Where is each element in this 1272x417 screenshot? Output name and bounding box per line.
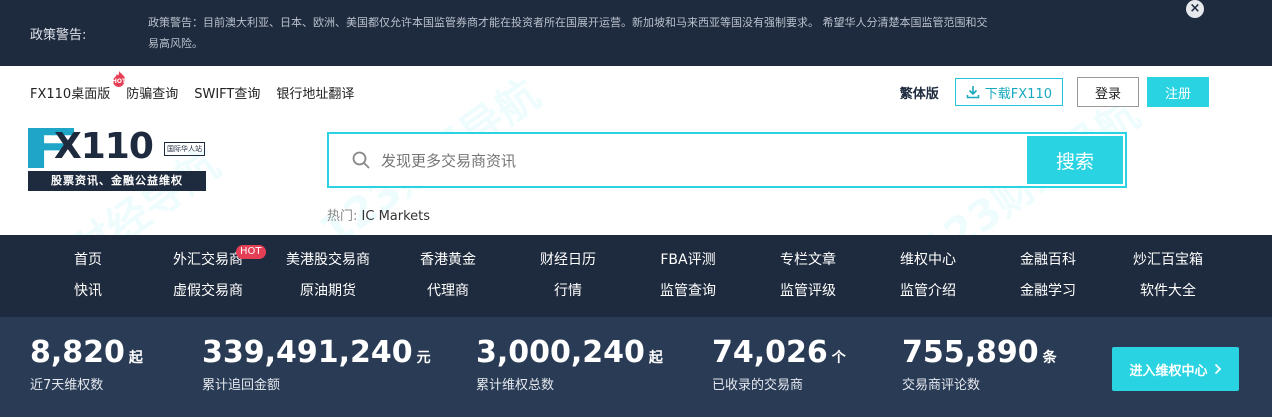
stats-bar: 8,820 起 近7天维权数 339,491,240 元 累计追回金额 3,000,… (0, 317, 1272, 417)
nav-agents[interactable]: 代理商 (388, 276, 508, 307)
nav-rights-center[interactable]: 维权中心 (868, 245, 988, 276)
nav-regulation-check[interactable]: 监管查询 (628, 276, 748, 307)
stat-number: 74,026 (712, 335, 828, 370)
stat-number: 3,000,240 (476, 335, 645, 370)
nav-forex-brokers[interactable]: 外汇交易商 HOT (148, 245, 268, 276)
logo-badge: 国际华人站 (164, 142, 205, 156)
nav-forex-brokers-label: 外汇交易商 (173, 252, 243, 268)
login-button[interactable]: 登录 (1077, 77, 1139, 107)
close-icon[interactable]: × (1186, 0, 1204, 18)
register-button[interactable]: 注册 (1147, 77, 1209, 107)
stat-total-cases: 3,000,240 起 累计维权总数 (476, 335, 663, 393)
top-nav: FX110桌面版 防骗查询 SWIFT查询 银行地址翻译 HOT 繁体版 下载F… (0, 66, 1272, 118)
stat-label: 累计追回金额 (202, 378, 281, 393)
nav-hk-gold[interactable]: 香港黄金 (388, 245, 508, 276)
nav-news-flash[interactable]: 快讯 (28, 276, 148, 307)
stat-recovered-amount: 339,491,240 元 累计追回金额 (202, 335, 431, 393)
hot-flame-icon: HOT (112, 71, 127, 87)
nav-regulation-intro[interactable]: 监管介绍 (868, 276, 988, 307)
nav-software[interactable]: 软件大全 (1108, 276, 1228, 307)
link-bank-translate[interactable]: 银行地址翻译 (276, 83, 354, 102)
nav-quotes[interactable]: 行情 (508, 276, 628, 307)
stat-unit: 起 (128, 350, 143, 366)
stat-number: 755,890 (902, 335, 1039, 370)
main-nav: 首页 外汇交易商 HOT 美港股交易商 香港黄金 财经日历 FBA评测 专栏文章 … (0, 235, 1272, 317)
stat-number: 339,491,240 (202, 335, 413, 370)
search-button[interactable]: 搜索 (1027, 136, 1123, 184)
nav-forex-toolbox[interactable]: 炒汇百宝箱 (1108, 245, 1228, 276)
nav-columns[interactable]: 专栏文章 (748, 245, 868, 276)
enter-rights-center-button[interactable]: 进入维权中心 (1112, 347, 1239, 391)
nav-fake-brokers[interactable]: 虚假交易商 (148, 276, 268, 307)
stat-unit: 条 (1042, 350, 1057, 366)
nav-crude-oil-futures[interactable]: 原油期货 (268, 276, 388, 307)
logo-slogan: 股票资讯、金融公益维权 (28, 171, 206, 191)
enter-rights-center-label: 进入维权中心 (1129, 363, 1208, 379)
traditional-chinese-link[interactable]: 繁体版 (900, 83, 939, 102)
top-links: FX110桌面版 防骗查询 SWIFT查询 银行地址翻译 HOT (30, 71, 354, 102)
svg-text:HOT: HOT (112, 78, 127, 85)
stat-label: 累计维权总数 (476, 378, 555, 393)
nav-economic-calendar[interactable]: 财经日历 (508, 245, 628, 276)
download-label: 下载FX110 (984, 86, 1052, 102)
stat-unit: 起 (648, 350, 663, 366)
stat-unit: 个 (831, 350, 846, 366)
hot-searches: 热门: IC Markets (327, 205, 430, 224)
policy-text: 政策警告：目前澳大利亚、日本、欧洲、美国都仅允许本国监管券商才能在投资者所在国展… (148, 16, 988, 50)
top-right-actions: 繁体版 下载FX110 登录 注册 (900, 77, 1209, 107)
nav-regulation-rating[interactable]: 监管评级 (748, 276, 868, 307)
chevron-right-icon (1214, 363, 1221, 375)
nav-finance-learning[interactable]: 金融学习 (988, 276, 1108, 307)
main-nav-grid: 首页 外汇交易商 HOT 美港股交易商 香港黄金 财经日历 FBA评测 专栏文章 … (28, 245, 1228, 307)
search-input[interactable] (381, 148, 1021, 174)
nav-us-hk-stock-brokers[interactable]: 美港股交易商 (268, 245, 388, 276)
stat-label: 已收录的交易商 (712, 378, 804, 393)
stat-brokers-count: 74,026 个 已收录的交易商 (712, 335, 846, 393)
nav-home[interactable]: 首页 (28, 245, 148, 276)
policy-warning-bar: 政策警告: 政策警告：目前澳大利亚、日本、欧洲、美国都仅允许本国监管券商才能在投… (0, 0, 1272, 66)
policy-label: 政策警告: (30, 28, 87, 43)
stat-unit: 元 (416, 350, 431, 366)
site-logo[interactable]: X110 国际华人站 股票资讯、金融公益维权 (28, 126, 208, 194)
link-fraud-check[interactable]: 防骗查询 (126, 83, 178, 102)
stat-7day-cases: 8,820 起 近7天维权数 (30, 335, 143, 393)
link-swift-check[interactable]: SWIFT查询 (194, 83, 260, 102)
stat-label: 近7天维权数 (30, 378, 104, 393)
download-icon (966, 86, 980, 99)
stat-number: 8,820 (30, 335, 125, 370)
nav-fba-review[interactable]: FBA评测 (628, 245, 748, 276)
stat-label: 交易商评论数 (902, 378, 981, 393)
hot-label: 热门: (327, 209, 358, 224)
nav-finance-wiki[interactable]: 金融百科 (988, 245, 1108, 276)
hot-badge: HOT (236, 245, 266, 259)
stat-reviews-count: 755,890 条 交易商评论数 (902, 335, 1057, 393)
search-icon (352, 151, 370, 169)
hot-search-item[interactable]: IC Markets (362, 209, 431, 224)
logo-wordmark: X110 (54, 126, 154, 167)
search-box: 搜索 (327, 132, 1127, 188)
download-button[interactable]: 下载FX110 (954, 78, 1063, 106)
link-desktop-version[interactable]: FX110桌面版 (30, 83, 110, 102)
